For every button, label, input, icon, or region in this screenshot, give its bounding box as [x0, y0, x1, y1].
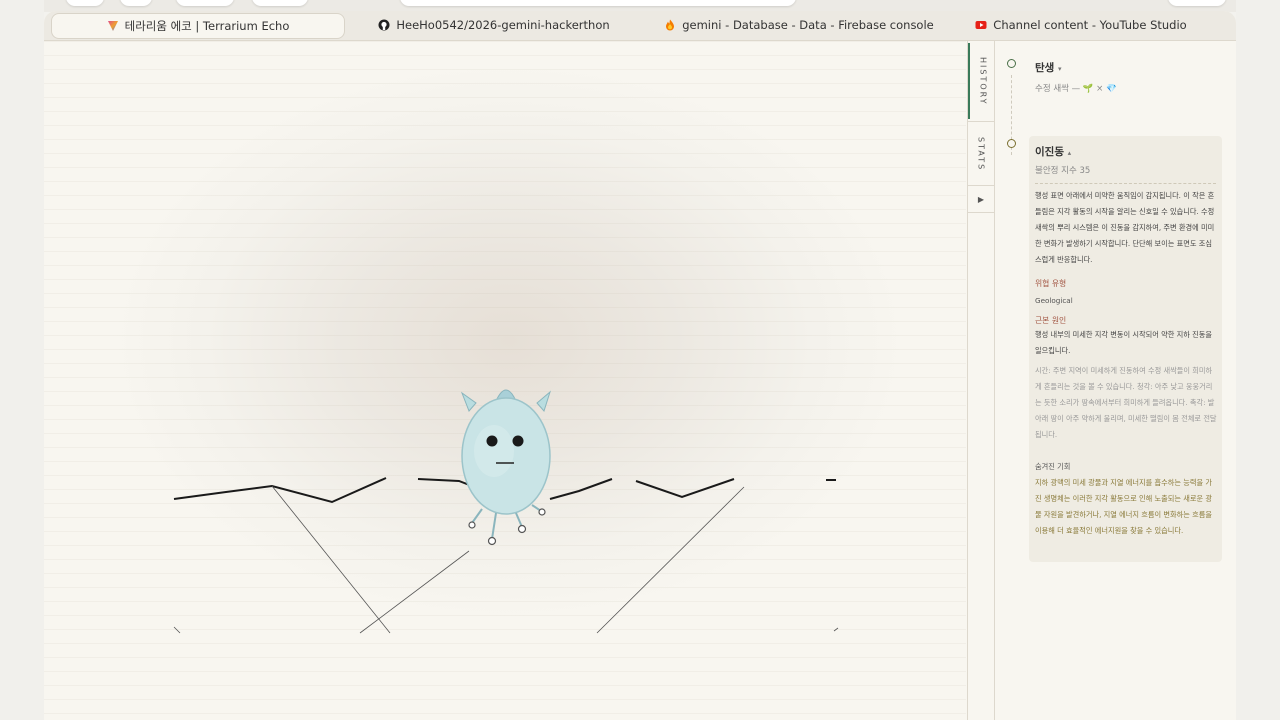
triangle-app-icon [107, 20, 119, 32]
crystal-sprout-creature [460, 389, 551, 546]
event-title: 이진동 [1035, 146, 1064, 158]
firebase-icon [664, 19, 676, 31]
terrain-ridge [549, 478, 613, 500]
tab-youtube-studio[interactable]: Channel content - YouTube Studio [975, 13, 1187, 37]
chevron-up-icon: ▴ [1067, 149, 1072, 157]
terrarium-scene [173, 389, 839, 634]
page-content: HISTORY STATS ▶ 탄생 ▾ 수정 새싹 — 🌱 × 💎 이진동 ▴… [44, 41, 1236, 720]
toolbar-button[interactable] [1168, 0, 1226, 6]
root-cause-label: 근본 원인 [1035, 316, 1067, 325]
birth-detail: 수정 새싹 — 🌱 × 💎 [1035, 84, 1117, 94]
tab-firebase[interactable]: gemini - Database - Data - Firebase cons… [664, 13, 934, 37]
desktop-left [0, 0, 44, 720]
tab-label: gemini - Database - Data - Firebase cons… [682, 18, 934, 32]
threat-type-label: 위협 유형 [1035, 279, 1067, 288]
tab-label: 테라리움 에코 | Terrarium Echo [124, 19, 290, 33]
chevron-down-icon: ▾ [1057, 65, 1062, 73]
birth-title: 탄생 [1035, 62, 1055, 74]
root-cause-value: 행성 내부의 미세한 지각 변동이 시작되어 약한 지하 진동을 일으킵니다. [1035, 330, 1212, 355]
history-panel: 탄생 ▾ 수정 새싹 — 🌱 × 💎 이진동 ▴ 불안정 지수 35 행성 표면… [995, 41, 1236, 720]
floor-line [359, 550, 470, 634]
github-icon [378, 19, 390, 31]
tab-history[interactable]: HISTORY [968, 43, 996, 119]
floor-line [173, 626, 181, 634]
threat-type-value: Geological [1035, 296, 1073, 305]
tab-bar: 테라리움 에코 | Terrarium Echo HeeHo0542/2026-… [44, 11, 1236, 41]
terrain-ridge [635, 478, 735, 499]
terrain-ridge [173, 477, 387, 504]
tab-stats-label: STATS [976, 136, 986, 172]
terrarium-stage[interactable] [44, 41, 966, 720]
opportunity-label: 숨겨진 기회 [1035, 462, 1071, 471]
card-divider [1035, 183, 1216, 184]
address-bar[interactable] [400, 0, 796, 6]
tab-github[interactable]: HeeHo0542/2026-gemini-hackerthon [378, 13, 610, 37]
event-description: 행성 표면 아래에서 미약한 움직임이 감지됩니다. 이 작은 흔들림은 지각 … [1035, 191, 1215, 264]
tab-separator [968, 121, 994, 122]
toolbar-button[interactable] [120, 0, 152, 6]
play-icon: ▶ [977, 194, 985, 204]
tab-history-label: HISTORY [978, 56, 988, 106]
tab-label: HeeHo0542/2026-gemini-hackerthon [396, 18, 610, 32]
tab-label: Channel content - YouTube Studio [993, 18, 1187, 32]
instability-index: 불안정 지수 35 [1035, 166, 1091, 176]
toolbar-button[interactable] [66, 0, 104, 6]
floor-line [833, 627, 839, 632]
event-card: 이진동 ▴ 불안정 지수 35 행성 표면 아래에서 미약한 움직임이 감지됩니… [1029, 136, 1222, 562]
tab-stats[interactable]: STATS [968, 123, 994, 185]
birth-entry-title[interactable]: 탄생 ▾ [1035, 60, 1062, 75]
toolbar-button[interactable] [252, 0, 308, 6]
tab-terrarium-echo[interactable]: 테라리움 에코 | Terrarium Echo [51, 13, 345, 39]
desktop-right [1236, 0, 1280, 720]
browser-window: 테라리움 에코 | Terrarium Echo HeeHo0542/2026-… [44, 11, 1236, 720]
side-tabs: HISTORY STATS ▶ [967, 41, 995, 720]
floor-line [596, 486, 745, 634]
sensory-notes: 시간: 주변 지역이 미세하게 진동하여 수정 새싹들이 희미하게 흔들리는 것… [1035, 366, 1217, 439]
play-button[interactable]: ▶ [968, 185, 994, 213]
timeline-dot-event [1007, 139, 1016, 148]
floor-line [271, 485, 391, 634]
toolbar-button[interactable] [176, 0, 234, 6]
youtube-icon [975, 19, 987, 31]
event-entry-title[interactable]: 이진동 ▴ [1035, 144, 1071, 159]
opportunity-value: 지하 광맥의 미세 광물과 지열 에너지를 흡수하는 능력을 가진 생명체는 이… [1035, 478, 1212, 535]
timeline-dot-birth [1007, 59, 1016, 68]
